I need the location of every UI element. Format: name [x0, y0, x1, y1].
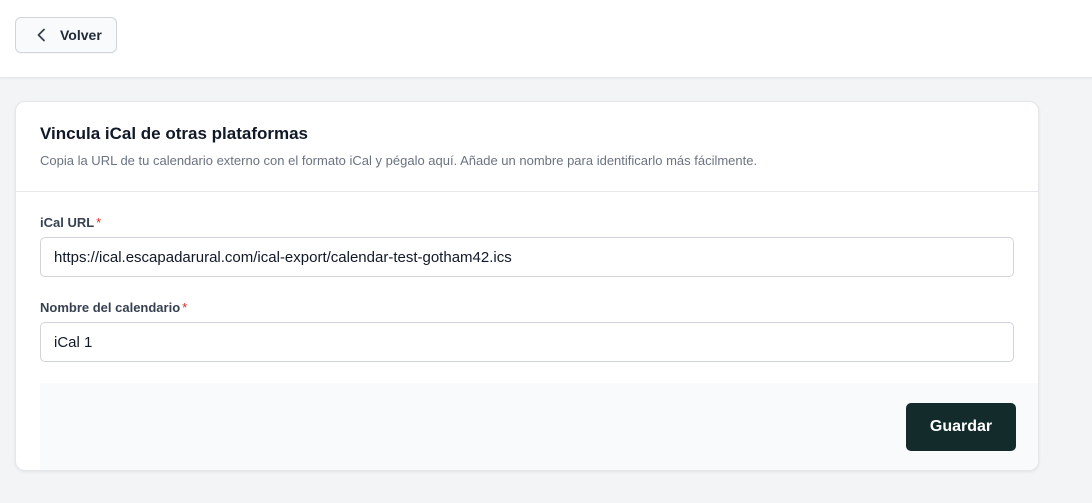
calendar-name-input[interactable] — [40, 322, 1014, 362]
required-mark: * — [182, 300, 188, 315]
ical-url-label: iCal URL * — [40, 215, 101, 230]
back-button[interactable]: Volver — [15, 17, 117, 53]
card-header: Vincula iCal de otras plataformas Copia … — [16, 102, 1038, 192]
ical-url-input[interactable] — [40, 237, 1014, 277]
required-mark: * — [96, 215, 102, 230]
calendar-name-label-text: Nombre del calendario — [40, 300, 181, 315]
card-title: Vincula iCal de otras plataformas — [40, 124, 308, 143]
ical-link-card: Vincula iCal de otras plataformas Copia … — [15, 101, 1039, 471]
chevron-left-icon — [36, 28, 48, 42]
save-button[interactable]: Guardar — [906, 403, 1016, 451]
card-subtitle: Copia la URL de tu calendario externo co… — [40, 153, 758, 168]
top-bar: Volver — [0, 0, 1092, 78]
back-button-label: Volver — [60, 27, 102, 43]
ical-url-label-text: iCal URL — [40, 215, 95, 230]
card-footer: Guardar — [40, 383, 1038, 470]
calendar-name-label: Nombre del calendario * — [40, 300, 187, 315]
